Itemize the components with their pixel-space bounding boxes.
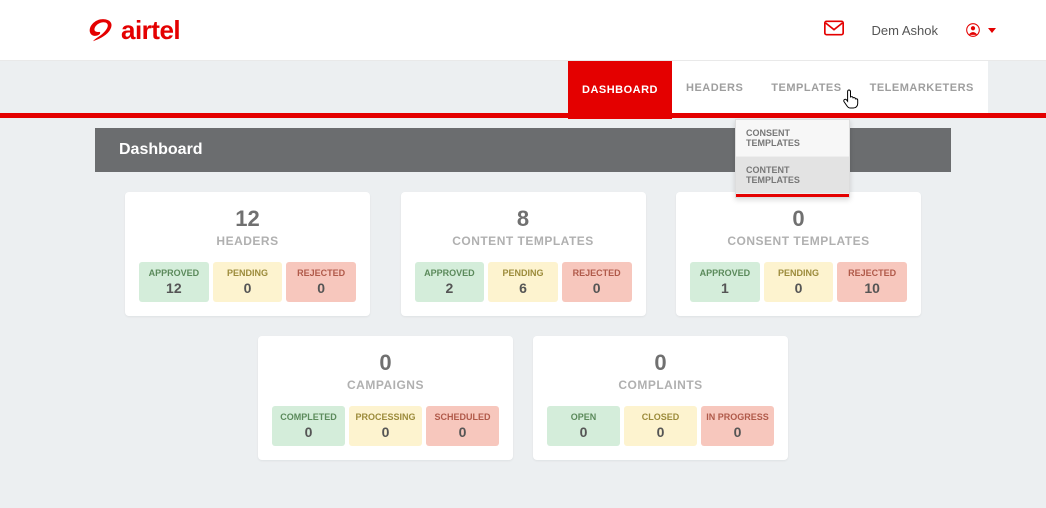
stat-open: OPEN 0 — [547, 406, 620, 446]
stat-inprogress: IN PROGRESS 0 — [701, 406, 774, 446]
templates-dropdown: CONSENT TEMPLATES CONTENT TEMPLATES — [735, 119, 850, 198]
nav-templates[interactable]: TEMPLATES — [757, 61, 855, 115]
stat-rejected: REJECTED 0 — [286, 262, 356, 302]
card-count: 0 — [690, 206, 907, 232]
stat-row: COMPLETED 0 PROCESSING 0 SCHEDULED 0 — [272, 406, 499, 446]
mail-icon[interactable] — [824, 20, 844, 41]
brand-logo[interactable]: airtel — [85, 15, 180, 46]
stat-value: 0 — [703, 424, 772, 440]
stat-label: PENDING — [490, 268, 556, 278]
card-campaigns[interactable]: 0 CAMPAIGNS COMPLETED 0 PROCESSING 0 SCH… — [258, 336, 513, 460]
stat-value: 0 — [215, 280, 281, 296]
stat-scheduled: SCHEDULED 0 — [426, 406, 499, 446]
stat-label: APPROVED — [692, 268, 758, 278]
stat-label: PROCESSING — [351, 412, 420, 422]
card-count: 0 — [547, 350, 774, 376]
stat-value: 0 — [766, 280, 832, 296]
card-label: HEADERS — [139, 234, 356, 248]
user-avatar-dropdown[interactable] — [966, 23, 996, 37]
topbar-right: Dem Ashok — [824, 20, 996, 41]
chevron-down-icon — [988, 28, 996, 33]
stat-completed: COMPLETED 0 — [272, 406, 345, 446]
stat-value: 0 — [428, 424, 497, 440]
stat-value: 0 — [274, 424, 343, 440]
stat-label: PENDING — [215, 268, 281, 278]
stat-label: APPROVED — [417, 268, 483, 278]
stat-row: APPROVED 2 PENDING 6 REJECTED 0 — [415, 262, 632, 302]
dropdown-content-templates[interactable]: CONTENT TEMPLATES — [736, 157, 849, 194]
card-label: COMPLAINTS — [547, 378, 774, 392]
stat-approved: APPROVED 2 — [415, 262, 485, 302]
stat-rejected: REJECTED 10 — [837, 262, 907, 302]
stat-label: SCHEDULED — [428, 412, 497, 422]
card-count: 0 — [272, 350, 499, 376]
stat-label: REJECTED — [564, 268, 630, 278]
stat-value: 6 — [490, 280, 556, 296]
dropdown-label: CONTENT TEMPLATES — [746, 165, 800, 185]
dropdown-consent-templates[interactable]: CONSENT TEMPLATES — [736, 120, 849, 157]
nav-label: DASHBOARD — [582, 84, 658, 96]
nav-headers[interactable]: HEADERS — [672, 61, 757, 115]
navbar: DASHBOARD HEADERS TEMPLATES TELEMARKETER… — [0, 60, 1046, 118]
card-label: CONTENT TEMPLATES — [415, 234, 632, 248]
card-consent-templates[interactable]: 0 CONSENT TEMPLATES APPROVED 1 PENDING 0… — [676, 192, 921, 316]
stat-closed: CLOSED 0 — [624, 406, 697, 446]
cards-row-2: 0 CAMPAIGNS COMPLETED 0 PROCESSING 0 SCH… — [125, 336, 921, 460]
stat-value: 1 — [692, 280, 758, 296]
stat-processing: PROCESSING 0 — [349, 406, 422, 446]
page: Dashboard 12 HEADERS APPROVED 12 PENDING… — [0, 128, 1046, 490]
stat-value: 0 — [626, 424, 695, 440]
user-name[interactable]: Dem Ashok — [872, 23, 938, 38]
stat-approved: APPROVED 1 — [690, 262, 760, 302]
dropdown-label: CONSENT TEMPLATES — [746, 128, 800, 148]
stat-value: 0 — [564, 280, 630, 296]
stat-value: 10 — [839, 280, 905, 296]
card-complaints[interactable]: 0 COMPLAINTS OPEN 0 CLOSED 0 IN PROGRESS… — [533, 336, 788, 460]
stat-rejected: REJECTED 0 — [562, 262, 632, 302]
stat-label: REJECTED — [288, 268, 354, 278]
stat-label: APPROVED — [141, 268, 207, 278]
nav-label: HEADERS — [686, 82, 743, 94]
stat-row: OPEN 0 CLOSED 0 IN PROGRESS 0 — [547, 406, 774, 446]
nav-underline — [0, 113, 1046, 118]
brand-name: airtel — [121, 15, 180, 46]
airtel-logo-icon — [85, 15, 115, 45]
stat-value: 0 — [288, 280, 354, 296]
nav-dashboard[interactable]: DASHBOARD — [568, 61, 672, 119]
card-headers[interactable]: 12 HEADERS APPROVED 12 PENDING 0 REJECTE… — [125, 192, 370, 316]
cards-row-1: 12 HEADERS APPROVED 12 PENDING 0 REJECTE… — [125, 192, 921, 316]
stat-label: IN PROGRESS — [703, 412, 772, 422]
nav-label: TELEMARKETERS — [870, 82, 974, 94]
topbar: airtel Dem Ashok — [0, 0, 1046, 60]
card-count: 12 — [139, 206, 356, 232]
stat-pending: PENDING 6 — [488, 262, 558, 302]
stat-pending: PENDING 0 — [213, 262, 283, 302]
cursor-hand-icon — [842, 88, 862, 115]
card-label: CAMPAIGNS — [272, 378, 499, 392]
stat-value: 2 — [417, 280, 483, 296]
stat-row: APPROVED 1 PENDING 0 REJECTED 10 — [690, 262, 907, 302]
stat-approved: APPROVED 12 — [139, 262, 209, 302]
stat-label: CLOSED — [626, 412, 695, 422]
stat-value: 0 — [549, 424, 618, 440]
stat-value: 12 — [141, 280, 207, 296]
stat-label: OPEN — [549, 412, 618, 422]
stat-value: 0 — [351, 424, 420, 440]
stat-label: COMPLETED — [274, 412, 343, 422]
stat-pending: PENDING 0 — [764, 262, 834, 302]
card-content-templates[interactable]: 8 CONTENT TEMPLATES APPROVED 2 PENDING 6… — [401, 192, 646, 316]
nav-label: TEMPLATES — [771, 82, 841, 94]
stat-row: APPROVED 12 PENDING 0 REJECTED 0 — [139, 262, 356, 302]
card-label: CONSENT TEMPLATES — [690, 234, 907, 248]
dropdown-underline — [736, 194, 849, 197]
stat-label: REJECTED — [839, 268, 905, 278]
user-icon — [966, 23, 980, 37]
stat-label: PENDING — [766, 268, 832, 278]
nav-telemarketers[interactable]: TELEMARKETERS — [856, 61, 988, 115]
cards-area: 12 HEADERS APPROVED 12 PENDING 0 REJECTE… — [95, 172, 951, 490]
card-count: 8 — [415, 206, 632, 232]
